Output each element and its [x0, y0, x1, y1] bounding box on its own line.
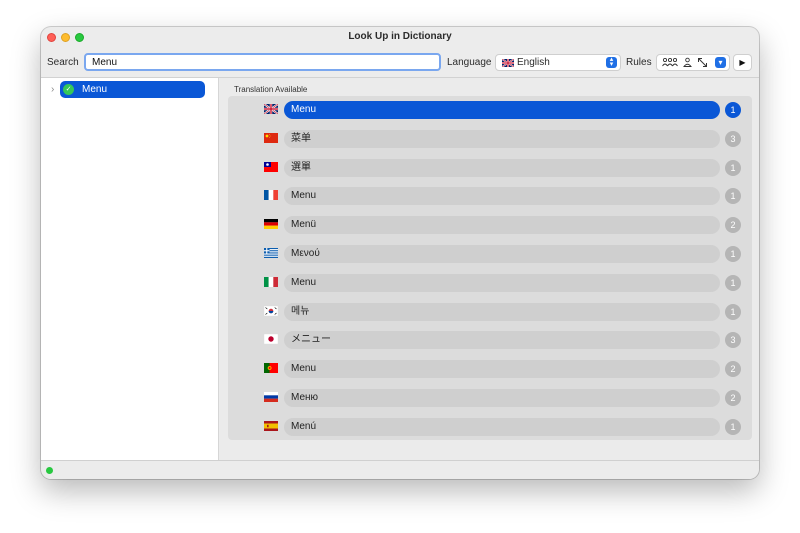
- translation-text[interactable]: 菜单: [284, 129, 720, 148]
- close-window-button[interactable]: [47, 33, 56, 42]
- tw-flag-icon: [264, 161, 278, 172]
- translation-row[interactable]: Menu 1: [228, 273, 752, 293]
- translation-text[interactable]: Menu: [284, 273, 720, 292]
- count-badge: 1: [725, 159, 741, 176]
- translation-list: Menu 1 菜单 3 選單 1 Menu 1 Menü 2 Μενού 1 Menu 1 메뉴 1 メニュー 3…: [228, 96, 752, 440]
- play-icon: ▶: [739, 58, 746, 67]
- translation-row[interactable]: Menu 2: [228, 359, 752, 379]
- title-bar: Look Up in Dictionary: [41, 27, 759, 49]
- it-flag-icon: [264, 276, 278, 287]
- translation-row[interactable]: 菜单 3: [228, 129, 752, 149]
- chevron-down-icon[interactable]: ▾: [715, 57, 726, 68]
- search-input[interactable]: [84, 53, 441, 71]
- window-title: Look Up in Dictionary: [348, 31, 452, 42]
- translation-text[interactable]: Menu: [284, 101, 720, 119]
- check-circle-icon: ✓: [63, 84, 74, 95]
- sidebar: › ✓ Menu: [41, 78, 219, 460]
- status-indicator-icon: [46, 467, 53, 474]
- count-badge: 2: [725, 390, 741, 406]
- count-badge: 3: [725, 130, 741, 147]
- translation-row[interactable]: Меню 2: [228, 388, 752, 408]
- language-label: Language: [447, 57, 492, 68]
- fr-flag-icon: [264, 190, 278, 201]
- sidebar-item-menu[interactable]: ✓ Menu: [60, 81, 205, 98]
- translation-row[interactable]: Menu 1: [228, 186, 752, 206]
- translation-row[interactable]: Menú 1: [228, 417, 752, 437]
- de-flag-icon: [264, 219, 278, 230]
- rules-control[interactable]: ▾: [656, 54, 730, 71]
- cn-flag-icon: [264, 132, 278, 143]
- person-icon[interactable]: [683, 57, 692, 68]
- toolbar: Search Language English ▴▾ Rules: [41, 51, 759, 75]
- sidebar-item-label: Menu: [82, 84, 108, 95]
- translation-text[interactable]: Menü: [284, 216, 720, 235]
- translation-row[interactable]: 메뉴 1: [228, 302, 752, 322]
- zoom-window-button[interactable]: [75, 33, 84, 42]
- gr-flag-icon: [264, 248, 278, 258]
- gb-flag-icon: [264, 104, 278, 114]
- translation-text[interactable]: Μενού: [284, 245, 720, 263]
- minimize-window-button[interactable]: [61, 33, 70, 42]
- translation-text[interactable]: 選單: [284, 158, 720, 177]
- count-badge: 1: [725, 188, 741, 205]
- ru-flag-icon: [264, 392, 278, 402]
- section-header: Translation Available: [234, 85, 308, 94]
- translation-row[interactable]: 選單 1: [228, 158, 752, 178]
- disclosure-chevron-icon[interactable]: ›: [51, 84, 54, 95]
- language-value: English: [517, 57, 550, 68]
- search-label: Search: [47, 57, 79, 68]
- translation-row[interactable]: メニュー 3: [228, 330, 752, 350]
- pt-flag-icon: [264, 363, 278, 374]
- group-icon[interactable]: [662, 57, 678, 68]
- translation-panel: Translation Available Menu 1 菜单 3 選單 1 Menu 1 Me…: [220, 78, 759, 460]
- status-bar: [41, 460, 759, 479]
- uk-flag-icon: [502, 59, 514, 67]
- translation-text[interactable]: Меню: [284, 389, 720, 407]
- count-badge: 1: [725, 246, 741, 262]
- count-badge: 2: [725, 217, 741, 234]
- count-badge: 1: [725, 274, 741, 291]
- translation-text[interactable]: Menu: [284, 360, 720, 379]
- count-badge: 1: [725, 303, 741, 320]
- resize-icon[interactable]: [697, 57, 708, 68]
- es-flag-icon: [264, 420, 278, 431]
- translation-text[interactable]: Menu: [284, 187, 720, 206]
- count-badge: 2: [725, 361, 741, 378]
- translation-text[interactable]: Menú: [284, 417, 720, 436]
- translation-row[interactable]: Μενού 1: [228, 244, 752, 264]
- translation-text[interactable]: 메뉴: [284, 302, 720, 321]
- dictionary-window: Look Up in Dictionary Search Language En…: [41, 27, 759, 479]
- play-button[interactable]: ▶: [733, 54, 752, 71]
- translation-row[interactable]: Menu 1: [228, 100, 752, 120]
- language-select[interactable]: English ▴ ▾: [495, 54, 621, 71]
- jp-flag-icon: [264, 334, 278, 345]
- rules-label: Rules: [626, 57, 652, 68]
- count-badge: 1: [725, 102, 741, 118]
- up-down-chevron-icon: ▴ ▾: [606, 56, 617, 68]
- translation-row[interactable]: Menü 2: [228, 215, 752, 235]
- count-badge: 1: [725, 418, 741, 435]
- count-badge: 3: [725, 332, 741, 349]
- kr-flag-icon: [264, 305, 278, 316]
- translation-text[interactable]: メニュー: [284, 331, 720, 350]
